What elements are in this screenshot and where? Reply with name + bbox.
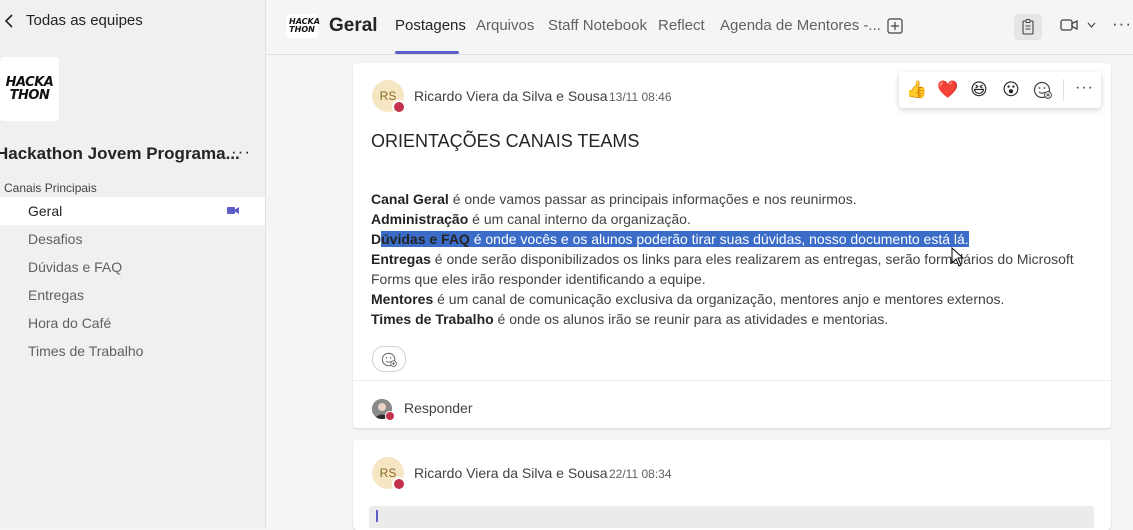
quote-accent-bar (376, 510, 378, 522)
channel-name-bold: Entregas (371, 251, 431, 267)
message-line: Entregas é onde serão disponibilizados o… (371, 251, 1074, 267)
tab-arquivos[interactable]: Arquivos (476, 17, 534, 34)
teams-sidebar: Todas as equipes HACKA THON Hackathon Jo… (0, 0, 266, 528)
tab-staff-notebook[interactable]: Staff Notebook (548, 17, 647, 34)
reply-divider (353, 380, 1111, 381)
message-line: Forms que eles irão responder identifica… (371, 271, 706, 287)
channel-item-entregas[interactable]: Entregas (0, 281, 265, 309)
channel-title: Geral (329, 15, 378, 36)
selected-text-bold: úvidas e FAQ (381, 231, 470, 247)
reaction-bar: 👍 ❤️ 😆 😮 ··· (899, 72, 1101, 108)
tab-agenda-mentores[interactable]: Agenda de Mentores -... (720, 17, 881, 34)
channel-item-geral[interactable]: Geral (0, 197, 265, 225)
meeting-notes-button[interactable] (1014, 14, 1042, 40)
post-timestamp: 13/11 08:46 (609, 90, 672, 104)
channel-label: Geral (28, 203, 63, 219)
add-reaction-button[interactable] (372, 346, 406, 372)
reply-button[interactable]: Responder (404, 400, 473, 416)
channel-label: Dúvidas e FAQ (28, 259, 123, 275)
message-line-selected: Dúvidas e FAQ é onde vocês e os alunos p… (371, 231, 969, 247)
line-text: é onde os alunos irão se reunir para as … (493, 311, 889, 327)
team-name[interactable]: Hackathon Jovem Programa... (0, 144, 240, 164)
line-text: é um canal interno da organização. (468, 211, 691, 227)
channel-label: Times de Trabalho (28, 343, 144, 359)
post-timestamp: 22/11 08:34 (609, 467, 672, 481)
section-label[interactable]: Canais Principais (4, 181, 97, 195)
avatar[interactable]: RS (372, 80, 406, 114)
channel-name-bold: Times de Trabalho (371, 311, 494, 327)
channel-item-desafios[interactable]: Desafios (0, 225, 265, 253)
header-more-icon[interactable]: ··· (1112, 14, 1132, 34)
like-reaction-icon[interactable]: 👍 (906, 80, 927, 100)
heart-reaction-icon[interactable]: ❤️ (937, 80, 958, 100)
avatar[interactable]: RS (372, 457, 406, 491)
quoted-content (369, 506, 1094, 528)
channel-name-bold: Mentores (371, 291, 434, 307)
team-logo: HACKA THON (0, 57, 59, 121)
mouse-cursor-icon (951, 247, 965, 267)
channel-label: Entregas (28, 287, 85, 303)
back-label: Todas as equipes (26, 12, 143, 29)
channel-item-duvidas-faq[interactable]: Dúvidas e FAQ (0, 253, 265, 281)
surprised-reaction-icon[interactable]: 😮 (1001, 80, 1021, 100)
meeting-video-icon (227, 207, 239, 214)
message-line: Mentores é um canal de comunicação exclu… (371, 291, 1004, 307)
presence-busy-icon (392, 100, 406, 114)
line-text: é onde serão disponibilizados os links p… (430, 251, 1074, 267)
video-call-icon[interactable] (1060, 18, 1078, 32)
chevron-left-icon (4, 13, 13, 28)
channel-label: Desafios (28, 231, 83, 247)
back-to-all-teams[interactable]: Todas as equipes (4, 12, 143, 29)
team-more-options-icon[interactable]: ··· (231, 142, 251, 162)
selected-text: é onde vocês e os alunos poderão tirar s… (469, 231, 969, 247)
reaction-divider (1063, 79, 1064, 101)
message-line: Times de Trabalho é onde os alunos irão … (371, 311, 888, 327)
line-text: é um canal de comunicação exclusiva da o… (433, 291, 1005, 307)
tab-reflect[interactable]: Reflect (658, 17, 705, 34)
line-text: Forms que eles irão responder identifica… (371, 271, 706, 287)
channel-item-times-de-trabalho[interactable]: Times de Trabalho (0, 337, 265, 365)
add-reaction-icon (381, 352, 397, 367)
message-line: Administração é um canal interno da orga… (371, 211, 691, 227)
channel-name-bold: Canal Geral (371, 191, 449, 207)
message-title: ORIENTAÇÕES CANAIS TEAMS (371, 131, 640, 151)
presence-busy-icon (392, 477, 406, 491)
channel-name-bold: Administração (371, 211, 469, 227)
channel-label: Hora do Café (28, 315, 112, 331)
channel-logo-text: HACKA THON (289, 17, 320, 34)
tab-postagens[interactable]: Postagens (395, 17, 466, 34)
message-line: Canal Geral é onde vamos passar as princ… (371, 191, 857, 207)
channel-header: HACKA THON Geral Postagens Arquivos Staf… (266, 0, 1133, 55)
channel-item-hora-do-cafe[interactable]: Hora do Café (0, 309, 265, 337)
channel-team-logo: HACKA THON (286, 14, 320, 38)
line-text: é onde vamos passar as principais inform… (448, 191, 857, 207)
message-more-options-icon[interactable]: ··· (1075, 79, 1094, 97)
chevron-down-icon[interactable] (1087, 22, 1096, 28)
team-logo-text: HACKA THON (5, 75, 54, 103)
add-reaction-icon[interactable] (1033, 81, 1052, 99)
active-tab-indicator (395, 51, 459, 54)
channel-name-bold: D (371, 231, 382, 247)
add-tab-icon[interactable] (887, 18, 903, 34)
presence-busy-icon (385, 411, 395, 421)
post-author[interactable]: Ricardo Viera da Silva e Sousa (414, 88, 608, 104)
laugh-reaction-icon[interactable]: 😆 (969, 80, 989, 100)
post-author[interactable]: Ricardo Viera da Silva e Sousa (414, 465, 608, 481)
clipboard-icon (1022, 19, 1034, 35)
